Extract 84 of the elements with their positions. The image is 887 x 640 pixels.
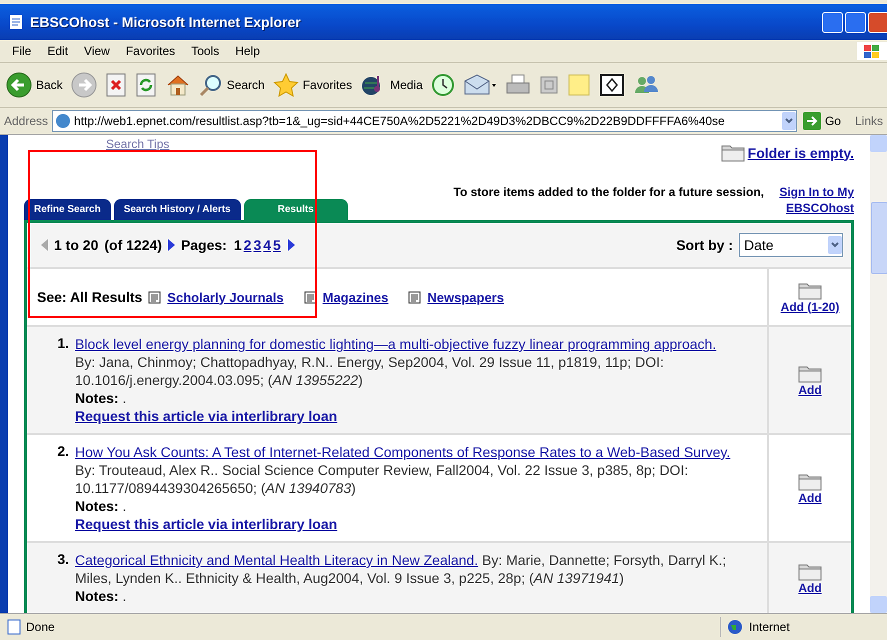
filter-link[interactable]: Scholarly Journals bbox=[167, 290, 284, 304]
notes-value: . bbox=[122, 390, 126, 406]
refresh-icon[interactable] bbox=[134, 73, 157, 97]
interlibrary-loan-link[interactable]: Request this article via interlibrary loan bbox=[75, 408, 338, 424]
links-label[interactable]: Links bbox=[854, 114, 883, 128]
menu-item[interactable]: View bbox=[76, 44, 118, 58]
sort-label: Sort by : bbox=[676, 237, 733, 253]
scrollbar-thumb[interactable] bbox=[871, 202, 887, 274]
page-link[interactable]: 2 bbox=[242, 237, 252, 253]
next-arrow-icon[interactable] bbox=[288, 239, 295, 251]
notes-label: Notes: bbox=[75, 390, 119, 406]
window-title: EBSCOhost - Microsoft Internet Explorer bbox=[30, 14, 302, 30]
citation: Categorical Ethnicity and Mental Health Literacy in New Zealand. By: Marie, Dannette; Forsyth, Darryl K.; Miles, Lynden K.. Ethnicity & Health, Aug2004, Vol. 9 Issue 3, p225, 28p; (AN 13971941) bbox=[75, 551, 728, 587]
article-title-link[interactable]: How You Ask Counts: A Test of Internet-Related Components of Response Rates to a Web-Based Survey. bbox=[75, 444, 730, 460]
windows-logo-icon bbox=[857, 42, 887, 60]
toolbar-button[interactable]: Media bbox=[360, 73, 423, 97]
filter-label: See: All Results bbox=[37, 289, 142, 305]
square-icon[interactable] bbox=[538, 75, 559, 95]
folder-icon bbox=[798, 472, 822, 490]
close-button[interactable] bbox=[868, 12, 887, 32]
current-page: 1 bbox=[232, 237, 243, 253]
page-link[interactable]: 3 bbox=[252, 237, 262, 253]
address-field[interactable]: http://web1.epnet.com/resultlist.asp?tb=1&_ug=sid+44CE750A%2D5221%2D49D3%2DBCC9%2D22B9DDFFFFA6%40se bbox=[52, 110, 797, 132]
document-icon bbox=[304, 290, 317, 304]
minimize-button[interactable] bbox=[822, 12, 843, 32]
search-tips-link[interactable]: Search Tips bbox=[106, 137, 170, 151]
sign-in-link[interactable]: Sign In to My EBSCOhost bbox=[768, 184, 854, 216]
menu-item[interactable]: Favorites bbox=[118, 44, 184, 58]
toolbar-button[interactable]: Back bbox=[6, 72, 63, 98]
notes-label: Notes: bbox=[75, 588, 119, 604]
folder-icon bbox=[798, 280, 822, 300]
page-link[interactable]: 4 bbox=[262, 237, 272, 253]
filter-link[interactable]: Newspapers bbox=[427, 290, 504, 304]
notes-label: Notes: bbox=[75, 498, 119, 514]
go-button[interactable]: Go bbox=[800, 112, 851, 130]
address-label: Address bbox=[4, 114, 48, 128]
folder-icon bbox=[798, 364, 822, 382]
result-total: (of 1224) bbox=[104, 237, 162, 253]
document-icon bbox=[408, 290, 422, 304]
sort-dropdown[interactable]: Date bbox=[739, 233, 843, 257]
tab[interactable]: Search History / Alerts bbox=[114, 199, 241, 220]
folder-icon bbox=[798, 562, 822, 580]
search-icon[interactable] bbox=[198, 73, 223, 97]
notes-value: . bbox=[122, 588, 126, 604]
zone-text: Internet bbox=[749, 620, 790, 634]
globe-icon bbox=[727, 619, 743, 635]
pages-label: Pages: bbox=[180, 237, 227, 253]
page-link[interactable]: 5 bbox=[272, 237, 282, 253]
add-link[interactable]: Add bbox=[798, 490, 822, 504]
clock-icon[interactable] bbox=[430, 73, 455, 97]
toolbar-button[interactable]: Search bbox=[198, 73, 265, 97]
folder-icon bbox=[720, 143, 745, 162]
notes-value: . bbox=[122, 498, 126, 514]
add-all-link[interactable]: Add (1-20) bbox=[780, 300, 840, 314]
filter-link[interactable]: Magazines bbox=[322, 290, 388, 304]
result-range: 1 to 20 bbox=[54, 237, 98, 253]
envelope-icon[interactable] bbox=[462, 73, 497, 97]
add-link[interactable]: Add bbox=[798, 580, 822, 594]
menu-item[interactable]: Tools bbox=[183, 44, 228, 58]
result-number: 2. bbox=[56, 443, 69, 461]
menu-item[interactable]: File bbox=[4, 44, 40, 58]
maximize-button[interactable] bbox=[845, 12, 866, 32]
add-link[interactable]: Add bbox=[798, 382, 822, 396]
browser-page-icon bbox=[8, 14, 24, 30]
menu-item[interactable]: Help bbox=[227, 44, 268, 58]
tab[interactable]: Results bbox=[244, 199, 348, 220]
article-title-link[interactable]: Categorical Ethnicity and Mental Health Literacy in New Zealand. bbox=[75, 552, 478, 568]
menu-item[interactable]: Edit bbox=[39, 44, 76, 58]
result-number: 3. bbox=[56, 551, 69, 569]
status-text: Done bbox=[26, 620, 55, 634]
window-icon[interactable] bbox=[598, 73, 625, 97]
store-notice: To store items added to the folder for a future session, bbox=[454, 184, 764, 200]
article-title-link[interactable]: Block level energy planning for domestic lighting—a multi-objective fuzzy linear programming approach. bbox=[75, 336, 716, 352]
star-icon[interactable] bbox=[272, 73, 299, 97]
citation: Block level energy planning for domestic lighting—a multi-objective fuzzy linear programming approach. By: Jana, Chinmoy; Chattopadhyay, R.N.. Energy, Sep2004, Vol. 29 Issue 11, p1819, 11p; DOI: 10.1016/j.energy.2004.03.095; (AN 13955222) bbox=[75, 335, 718, 389]
citation: How You Ask Counts: A Test of Internet-Related Components of Response Rates to a Web-Based Survey. By: Trouteaud, Alex R.. Social Science Computer Review, Fall2004, Vol. 22 Issue 3, p385, 8p; DOI: 10.1177/0894439304265650; (AN 13940783) bbox=[75, 443, 732, 497]
tab[interactable]: Refine Search bbox=[24, 199, 111, 220]
folder-status-link[interactable]: Folder is empty. bbox=[748, 144, 854, 160]
document-icon bbox=[148, 290, 162, 304]
toolbar-button[interactable]: Favorites bbox=[272, 73, 352, 97]
interlibrary-loan-link[interactable]: Request this article via interlibrary loan bbox=[75, 516, 338, 532]
stop-icon[interactable] bbox=[104, 73, 127, 97]
result-number: 1. bbox=[56, 335, 69, 353]
next-arrow-icon[interactable] bbox=[168, 239, 175, 251]
